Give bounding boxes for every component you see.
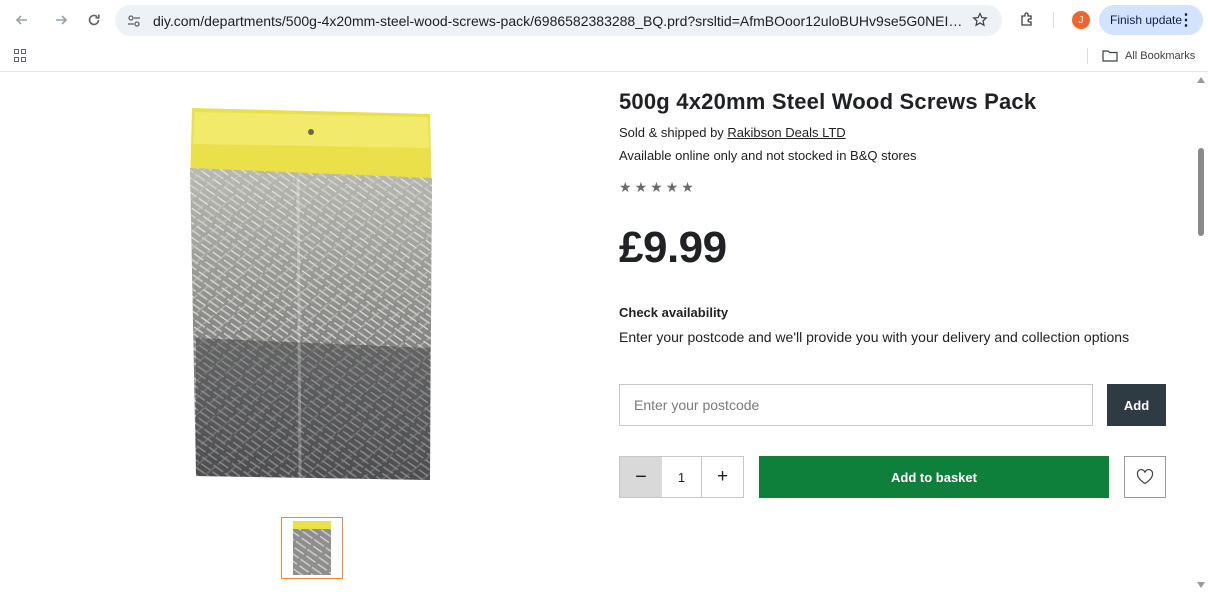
check-availability-description: Enter your postcode and we'll provide yo… (619, 329, 1130, 345)
quantity-increase-button[interactable]: + (702, 457, 743, 497)
star-icon: ★ (665, 179, 679, 195)
bookmarks-divider (1087, 48, 1088, 64)
product-thumbnail[interactable] (281, 517, 343, 579)
page-scrollbar[interactable] (1194, 73, 1208, 592)
forward-arrow-icon[interactable] (51, 10, 71, 30)
scroll-thumb[interactable] (1198, 148, 1204, 236)
folder-icon (1102, 50, 1118, 62)
rating-stars[interactable]: ★ ★ ★ ★ ★ (619, 179, 694, 195)
back-arrow-icon[interactable] (12, 10, 32, 30)
postcode-input[interactable] (619, 384, 1093, 426)
sold-by-prefix: Sold & shipped by (619, 125, 728, 140)
product-page: 500g 4x20mm Steel Wood Screws Pack Sold … (0, 73, 1194, 592)
kebab-menu-icon[interactable]: ⋮ (1178, 10, 1194, 30)
scroll-up-arrow-icon[interactable] (1197, 77, 1205, 83)
browser-toolbar: diy.com/departments/500g-4x20mm-steel-wo… (0, 0, 1208, 40)
site-info-icon[interactable] (125, 12, 143, 30)
finish-update-label: Finish update (1110, 13, 1183, 27)
quantity-value[interactable]: 1 (662, 457, 702, 497)
add-to-basket-button[interactable]: Add to basket (759, 456, 1109, 498)
wishlist-button[interactable] (1124, 456, 1166, 498)
star-icon: ★ (634, 179, 648, 195)
product-image (190, 108, 433, 480)
check-availability-heading: Check availability (619, 305, 729, 320)
quantity-decrease-button[interactable]: − (620, 457, 662, 497)
url-text[interactable]: diy.com/departments/500g-4x20mm-steel-wo… (153, 13, 963, 29)
toolbar-divider (1053, 12, 1054, 28)
finish-update-button[interactable]: Finish update ⋮ (1099, 5, 1203, 35)
reload-icon[interactable] (84, 10, 104, 30)
product-price: £9.99 (619, 223, 727, 272)
star-icon: ★ (619, 179, 632, 195)
star-icon: ★ (681, 179, 694, 195)
product-title: 500g 4x20mm Steel Wood Screws Pack (619, 89, 1037, 114)
all-bookmarks-label: All Bookmarks (1125, 50, 1196, 62)
star-icon: ★ (650, 179, 663, 195)
extensions-puzzle-icon[interactable] (1017, 9, 1037, 29)
seller-line: Sold & shipped by Rakibson Deals LTD (619, 125, 846, 140)
address-bar[interactable]: diy.com/departments/500g-4x20mm-steel-wo… (115, 5, 1002, 36)
quantity-stepper: − 1 + (619, 456, 744, 498)
bookmarks-bar (0, 40, 1208, 72)
all-bookmarks-button[interactable]: All Bookmarks (1102, 48, 1195, 64)
profile-avatar[interactable]: J (1072, 11, 1090, 29)
scroll-down-arrow-icon[interactable] (1197, 582, 1205, 588)
add-postcode-button[interactable]: Add (1107, 384, 1166, 426)
bookmark-star-icon[interactable] (970, 10, 990, 30)
availability-note: Available online only and not stocked in… (619, 148, 917, 163)
apps-grid-icon[interactable] (14, 49, 28, 63)
heart-icon (1136, 469, 1154, 485)
seller-link[interactable]: Rakibson Deals LTD (727, 125, 845, 140)
